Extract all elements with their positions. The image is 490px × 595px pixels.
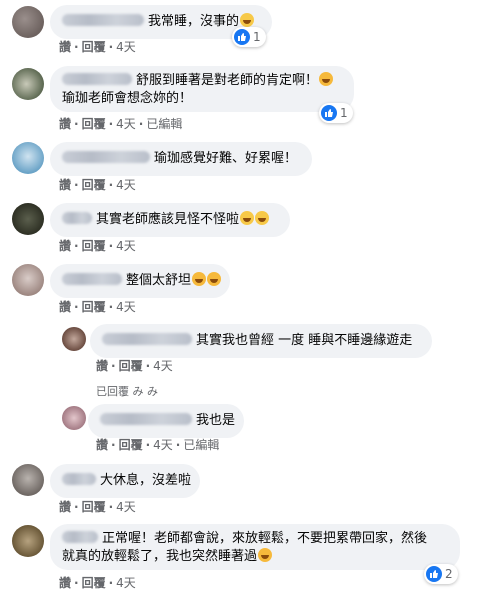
timestamp[interactable]: 4天 [116,300,136,314]
reaction-count: 2 [445,567,453,581]
reply-link[interactable]: 回覆 [82,239,106,253]
like-link[interactable]: 讚 [59,178,71,192]
edited-label[interactable]: 已編輯 [146,117,182,131]
comment-text: 我常睡，沒事的 [148,14,240,29]
comment-text: 大休息，沒差啦 [100,473,192,488]
reply-link[interactable]: 回覆 [119,438,143,452]
reply-link[interactable]: 回覆 [82,178,106,192]
timestamp[interactable]: 4天 [153,359,173,373]
comment-bubble: 整個太舒坦 [50,264,230,298]
comment-actions: 讚 · 回覆 · 4天 [59,576,136,590]
timestamp[interactable]: 4天 [116,40,136,54]
comment-text: 瑜珈感覺好難、好累喔！ [154,151,298,166]
comment-bubble: 瑜珈感覺好難、好累喔！ [50,142,312,176]
timestamp[interactable]: 4天 [116,576,136,590]
replied-status: 已回覆 み み [96,385,159,398]
timestamp[interactable]: 4天 [116,178,136,192]
laughing-emoji-icon [192,272,207,286]
like-link[interactable]: 讚 [59,117,71,131]
author-name[interactable] [62,273,122,285]
comment-bubble: 我也是 [88,404,244,438]
avatar[interactable] [12,142,44,174]
comment-text-line-2: 就真的放輕鬆了，我也突然睡著過 [62,549,258,564]
avatar[interactable] [12,203,44,235]
like-link[interactable]: 讚 [59,300,71,314]
avatar[interactable] [12,525,44,557]
comment-bubble: 舒服到睡著是對老師的肯定啊！ 瑜珈老師會想念妳的！ [50,66,354,112]
like-icon [234,29,250,45]
reply-link[interactable]: 回覆 [82,500,106,514]
comment-bubble: 其實老師應該見怪不怪啦 [50,203,290,237]
comment-text: 我也是 [196,413,236,428]
author-name[interactable] [62,73,132,85]
laughing-emoji-icon [258,548,273,562]
comment-actions: 讚 · 回覆 · 4天 · 已編輯 [96,438,220,452]
avatar[interactable] [12,6,44,38]
timestamp[interactable]: 4天 [116,239,136,253]
smile-emoji-icon [255,211,270,225]
comment-actions: 讚 · 回覆 · 4天 [59,239,136,253]
comment-text: 其實老師應該見怪不怪啦 [96,212,240,227]
reaction-count-badge[interactable]: 2 [424,564,458,584]
comment-actions: 讚 · 回覆 · 4天 [59,40,136,54]
reply-link[interactable]: 回覆 [82,117,106,131]
comment-bubble: 其實我也曾經 一度 睡與不睡邊緣遊走 [90,324,432,358]
comment-actions: 讚 · 回覆 · 4天 [59,178,136,192]
author-name[interactable] [62,151,150,163]
reaction-count-badge[interactable]: 1 [232,27,266,47]
like-link[interactable]: 讚 [59,576,71,590]
like-link[interactable]: 讚 [96,438,108,452]
like-link[interactable]: 讚 [59,239,71,253]
comment-text-line-1: 正常喔！老師都會說，來放輕鬆，不要把累帶回家，然後 [102,531,428,546]
comment-actions: 讚 · 回覆 · 4天 [96,359,173,373]
reply-link[interactable]: 回覆 [82,576,106,590]
like-icon [426,566,442,582]
like-icon [321,105,337,121]
laughing-emoji-icon [319,72,334,86]
comment-actions: 讚 · 回覆 · 4天 [59,500,136,514]
laughing-emoji-icon [207,272,222,286]
avatar[interactable] [62,406,86,430]
reply-link[interactable]: 回覆 [82,300,106,314]
avatar[interactable] [12,464,44,496]
replied-name: み み [132,385,159,398]
comment-actions: 讚 · 回覆 · 4天 [59,300,136,314]
comment-bubble: 正常喔！老師都會說，來放輕鬆，不要把累帶回家，然後 就真的放輕鬆了，我也突然睡著… [50,524,460,570]
timestamp[interactable]: 4天 [116,117,136,131]
reaction-count: 1 [253,30,261,44]
reply-link[interactable]: 回覆 [82,40,106,54]
author-name[interactable] [62,212,92,224]
author-name[interactable] [100,413,192,425]
timestamp[interactable]: 4天 [153,438,173,452]
comment-bubble: 大休息，沒差啦 [50,464,200,498]
avatar[interactable] [62,327,86,351]
edited-label[interactable]: 已編輯 [183,438,219,452]
reaction-count-badge[interactable]: 1 [319,103,353,123]
like-link[interactable]: 讚 [59,40,71,54]
comment-text-line-1: 舒服到睡著是對老師的肯定啊！ [136,73,319,88]
reply-link[interactable]: 回覆 [119,359,143,373]
author-name[interactable] [62,473,96,485]
avatar[interactable] [12,68,44,100]
reaction-count: 1 [340,106,348,120]
smile-emoji-icon [240,13,255,27]
like-link[interactable]: 讚 [96,359,108,373]
author-name[interactable] [102,333,192,345]
comment-text: 其實我也曾經 一度 睡與不睡邊緣遊走 [196,333,413,348]
author-name[interactable] [62,14,144,26]
timestamp[interactable]: 4天 [116,500,136,514]
avatar[interactable] [12,264,44,296]
like-link[interactable]: 讚 [59,500,71,514]
smile-emoji-icon [240,211,255,225]
comment-text: 整個太舒坦 [126,273,192,288]
comment-text-line-2: 瑜珈老師會想念妳的！ [62,91,193,106]
author-name[interactable] [62,531,98,543]
comment-actions: 讚 · 回覆 · 4天 · 已編輯 [59,117,183,131]
